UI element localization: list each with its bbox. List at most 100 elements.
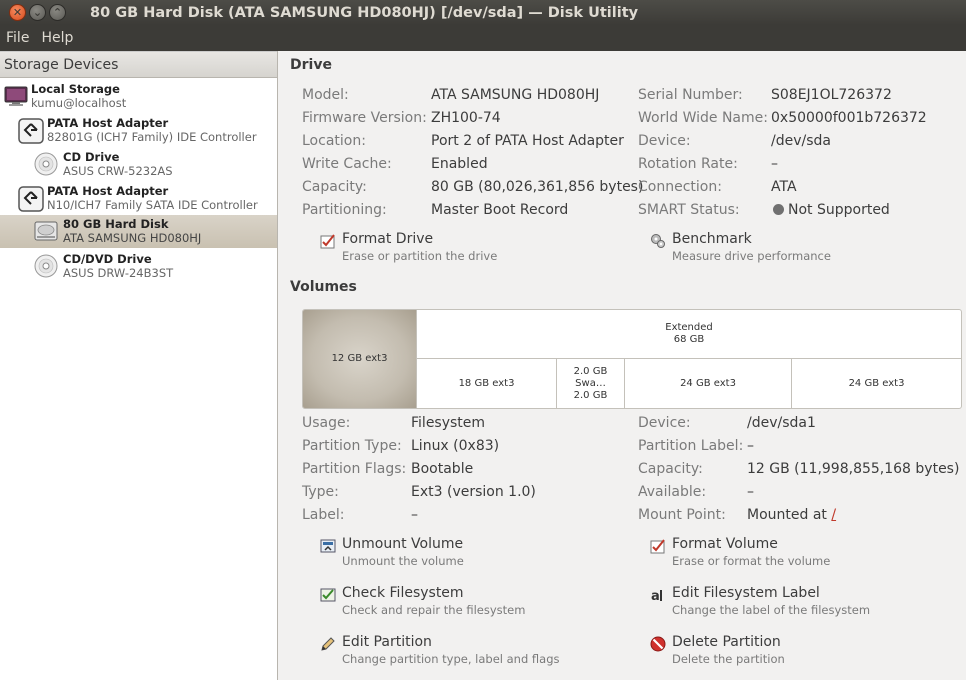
tree-item-cd-dvd-drive[interactable]: CD/DVD Drive ASUS DRW-24B3ST [0, 250, 277, 284]
title-bar: ✕ ⌄ ⌃ 80 GB Hard Disk (ATA SAMSUNG HD080… [0, 0, 966, 25]
format-icon [320, 234, 335, 249]
unmount-icon [320, 539, 336, 553]
tree-item-cd-drive[interactable]: CD Drive ASUS CRW-5232AS [0, 148, 277, 182]
delete-partition-button[interactable]: Delete Partition Delete the partition [650, 634, 910, 668]
host-adapter-icon [18, 118, 44, 144]
window-title: 80 GB Hard Disk (ATA SAMSUNG HD080HJ) [/… [90, 4, 639, 21]
sidebar-header: Storage Devices [0, 51, 277, 78]
tree-item-local-storage[interactable]: Local Storage kumu@localhost [0, 80, 277, 114]
drive-label: Location: [302, 133, 366, 149]
benchmark-icon [651, 234, 665, 248]
volumes-section-title: Volumes [290, 279, 357, 295]
tree-item-name: CD/DVD Drive [63, 252, 152, 266]
tree-item-name: PATA Host Adapter [47, 184, 169, 198]
drive-label: Firmware Version: [302, 110, 427, 126]
volume-value: Ext3 (version 1.0) [411, 484, 536, 500]
svg-text:a: a [651, 589, 660, 603]
minimize-icon[interactable]: ⌄ [29, 4, 46, 21]
partition-label: 2.0 GB Swa… [573, 365, 608, 389]
tree-item-name: PATA Host Adapter [47, 116, 169, 130]
drive-value: Master Boot Record [431, 202, 569, 218]
drive-label: Serial Number: [638, 87, 743, 103]
computer-icon [4, 86, 28, 106]
extended-title: Extended [665, 322, 713, 333]
drive-section-title: Drive [290, 57, 332, 73]
partition-label: 12 GB ext3 [331, 353, 388, 364]
volume-extended-partition[interactable]: Extended 68 GB [417, 310, 961, 358]
drive-value: Port 2 of PATA Host Adapter [431, 133, 624, 149]
tree-item-name: Local Storage [31, 82, 120, 96]
unmount-volume-button[interactable]: Unmount Volume Unmount the volume [320, 536, 580, 570]
edit-partition-button[interactable]: Edit Partition Change partition type, la… [320, 634, 580, 668]
mount-point-link[interactable]: / [831, 507, 836, 523]
edit-filesystem-label-button[interactable]: a Edit Filesystem Label Change the label… [650, 585, 910, 619]
volume-value: Bootable [411, 461, 474, 477]
action-desc: Change the label of the filesystem [672, 603, 871, 617]
volume-value: – [411, 507, 418, 523]
action-desc: Change partition type, label and flags [342, 652, 560, 666]
volume-partition-sda5[interactable]: 18 GB ext3 [417, 359, 556, 408]
tree-item-name: 80 GB Hard Disk [63, 217, 169, 231]
format-volume-button[interactable]: Format Volume Erase or format the volume [650, 536, 910, 570]
details-pane: Drive Model: ATA SAMSUNG HD080HJ Firmwar… [279, 51, 966, 680]
tree-item-sub: ASUS CRW-5232AS [63, 164, 173, 178]
close-icon[interactable]: ✕ [9, 4, 26, 21]
drive-label: Capacity: [302, 179, 367, 195]
drive-value: ZH100-74 [431, 110, 501, 126]
hard-disk-icon [34, 221, 58, 241]
volume-partition-sda7[interactable]: 24 GB ext3 [625, 359, 791, 408]
drive-label: Connection: [638, 179, 722, 195]
action-title: Benchmark [672, 231, 752, 247]
volume-partition-sda1[interactable]: 12 GB ext3 [303, 310, 416, 408]
menu-bar: File Help [0, 25, 966, 51]
action-desc: Unmount the volume [342, 554, 464, 568]
edit-icon [321, 637, 335, 651]
volume-partition-sda6[interactable]: 2.0 GB Swa… 2.0 GB [557, 359, 624, 408]
volume-graph: 12 GB ext3 Extended 68 GB 18 GB ext3 2.0… [302, 309, 962, 409]
action-title: Unmount Volume [342, 536, 464, 552]
drive-label: SMART Status: [638, 202, 740, 218]
partition-label: 24 GB ext3 [848, 377, 905, 389]
drive-value: S08EJ1OL726372 [771, 87, 892, 103]
volume-label: Available: [638, 484, 707, 500]
maximize-icon[interactable]: ⌃ [49, 4, 66, 21]
format-drive-button[interactable]: Format Drive Erase or partition the driv… [320, 231, 580, 265]
drive-value: ATA SAMSUNG HD080HJ [431, 87, 600, 103]
volume-partition-sda8[interactable]: 24 GB ext3 [792, 359, 961, 408]
label-icon: a [651, 589, 662, 603]
drive-label: Partitioning: [302, 202, 387, 218]
drive-value: 80 GB (80,026,361,856 bytes) [431, 179, 644, 195]
partition-label: 24 GB ext3 [680, 377, 736, 389]
tree-item-pata-host-adapter-2[interactable]: PATA Host Adapter N10/ICH7 Family SATA I… [0, 182, 277, 216]
partition-size: 2.0 GB [573, 389, 608, 401]
tree-item-sub: N10/ICH7 Family SATA IDE Controller [47, 198, 258, 212]
tree-item-pata-host-adapter-1[interactable]: PATA Host Adapter 82801G (ICH7 Family) I… [0, 114, 277, 148]
action-desc: Check and repair the filesystem [342, 603, 526, 617]
drive-label: Model: [302, 87, 349, 103]
tree-item-80gb-hard-disk[interactable]: 80 GB Hard Disk ATA SAMSUNG HD080HJ [0, 215, 277, 248]
mount-point-text: Mounted at [747, 507, 827, 523]
drive-label: Device: [638, 133, 691, 149]
volume-label: Partition Label: [638, 438, 744, 454]
smart-status-value: Not Supported [788, 202, 890, 218]
partition-label: 18 GB ext3 [458, 377, 515, 389]
drive-label: World Wide Name: [638, 110, 768, 126]
benchmark-button[interactable]: Benchmark Measure drive performance [650, 231, 910, 265]
action-title: Check Filesystem [342, 585, 464, 601]
volume-label: Type: [302, 484, 339, 500]
volume-label: Usage: [302, 415, 351, 431]
status-dot-icon [773, 204, 784, 215]
window-controls: ✕ ⌄ ⌃ [9, 4, 79, 21]
tree-item-sub: ATA SAMSUNG HD080HJ [63, 231, 202, 245]
drive-label: Write Cache: [302, 156, 392, 172]
volume-label: Label: [302, 507, 345, 523]
check-filesystem-button[interactable]: Check Filesystem Check and repair the fi… [320, 585, 580, 619]
delete-icon [650, 636, 666, 652]
action-desc: Measure drive performance [672, 249, 831, 263]
window-content: Storage Devices Local Storage kumu@local… [0, 51, 966, 680]
volume-value: /dev/sda1 [747, 415, 816, 431]
drive-value: ATA [771, 179, 797, 195]
action-title: Format Drive [342, 231, 434, 247]
menu-help[interactable]: Help [35, 30, 79, 46]
menu-file[interactable]: File [0, 30, 35, 46]
